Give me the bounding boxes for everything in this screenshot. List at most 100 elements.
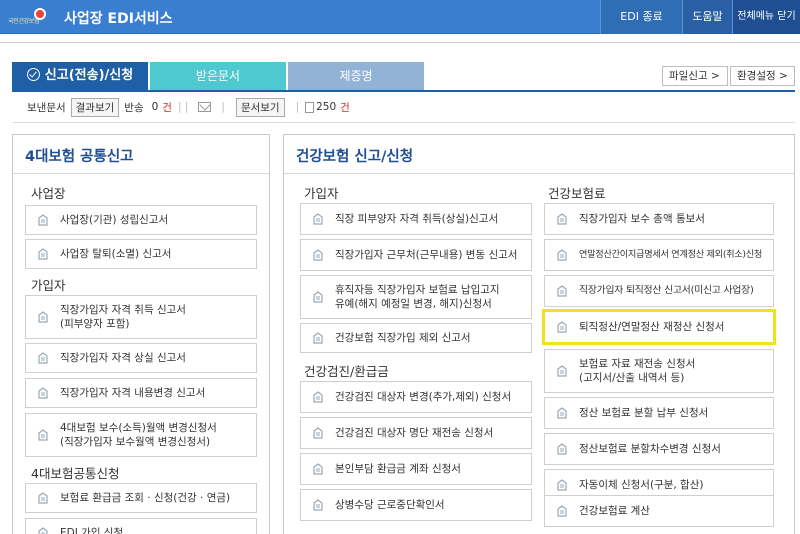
panel-title: 4대보험 공통신고: [25, 149, 134, 165]
doc-view-button[interactable]: 문서보기: [235, 97, 285, 117]
list-item[interactable]: 직장가입자 자격 취득 신고서 (피부양자 포함): [25, 295, 257, 339]
list-item[interactable]: 상병수당 근로중단확인서: [300, 489, 532, 521]
document-icon: [301, 418, 335, 448]
status-row: 보낸문서 결과보기 반송 0 건 | | | 문서보기 | 250 건: [27, 96, 350, 118]
section-checkup-refund: 건강검진/환급금: [304, 364, 389, 379]
section-common-apply: 4대보험공통신청: [31, 466, 120, 481]
tab-report-label: 신고(전송)/신청: [44, 68, 134, 83]
list-item[interactable]: 사업장 탈퇴(소멸) 신고서: [25, 239, 257, 269]
separator: | |: [177, 101, 189, 113]
list-item[interactable]: 4대보험 보수(소득)월액 변경신청서 (직장가입자 보수월액 변경신청서): [25, 413, 257, 457]
tab-certificate[interactable]: 제증명: [288, 62, 424, 90]
list-item[interactable]: 본인부담 환급금 계좌 신청서: [300, 453, 532, 485]
return-unit: 건: [162, 101, 172, 114]
mail-icon: [198, 102, 212, 112]
list-item-label: 정산보험료 분할차수변경 신청서: [579, 442, 721, 455]
list-item-highlighted[interactable]: 퇴직정산/연말정산 재정산 신청서: [542, 309, 776, 345]
document-icon: [301, 276, 335, 318]
list-item-label: 건강보험료 계산: [579, 504, 650, 517]
list-item[interactable]: 직장가입자 자격 내용변경 신고서: [25, 378, 257, 408]
list-item-label: 상병수당 근로중단확인서: [335, 498, 445, 511]
document-icon: [545, 434, 579, 464]
document-icon: [26, 414, 60, 456]
nhis-logo[interactable]: 국민건강보험: [8, 8, 46, 26]
top-divider: [0, 42, 800, 43]
section-subscriber: 가입자: [31, 278, 66, 293]
list-item[interactable]: 휴직자등 직장가입자 보험료 납입고지 유예(해지 예정일 변경, 해지)신청서: [300, 275, 532, 319]
mid-divider: [12, 122, 795, 123]
document-icon: [545, 204, 579, 234]
list-item-label: EDI 가입 신청: [60, 526, 124, 534]
document-icon: [301, 454, 335, 484]
list-item[interactable]: 직장가입자 근무처(근무내용) 변동 신고서: [300, 239, 532, 271]
list-item-label: 정산 보험료 분할 납부 신청서: [579, 406, 709, 419]
list-item[interactable]: 사업장(기관) 성립신고서: [25, 205, 257, 235]
document-icon: [301, 240, 335, 270]
tab-received[interactable]: 받은문서: [150, 62, 286, 90]
document-icon: [545, 398, 579, 428]
file-report-button[interactable]: 파일신고 >: [662, 66, 728, 86]
document-icon: [26, 379, 60, 407]
list-item-label: 직장 피부양자 자격 취득(상실)신고서: [335, 212, 499, 225]
list-item[interactable]: 연말정산간이지급명세서 연계정산 제외(취소)신청: [544, 239, 774, 271]
document-icon: [305, 101, 315, 113]
list-item[interactable]: 보험료 자료 재전송 신청서 (고지서/산출 내역서 등): [544, 349, 774, 393]
list-item-label: 건강보험 직장가입 제외 신고서: [335, 331, 471, 344]
edi-exit-button[interactable]: EDI 종료: [600, 0, 682, 34]
tab-report[interactable]: 신고(전송)/신청: [12, 62, 148, 90]
document-icon: [26, 296, 60, 338]
return-label: 반송: [124, 101, 144, 114]
list-item-label: 건강검진 대상자 변경(추가,제외) 신청서: [335, 390, 512, 403]
list-item[interactable]: EDI 가입 신청: [25, 518, 257, 534]
separator: |: [295, 101, 300, 113]
list-item-label: 4대보험 보수(소득)월액 변경신청서 (직장가입자 보수월액 변경신청서): [60, 421, 217, 448]
list-item[interactable]: 건강검진 대상자 변경(추가,제외) 신청서: [300, 381, 532, 413]
list-item-label: 직장가입자 퇴직정산 신고서(미신고 사업장): [579, 285, 754, 297]
document-icon: [301, 324, 335, 352]
list-item-label: 직장가입자 보수 총액 통보서: [579, 212, 705, 225]
health-insurance-panel: 건강보험 신고/신청 가입자 직장 피부양자 자격 취득(상실)신고서 직장가입…: [283, 134, 795, 534]
common-report-panel: 4대보험 공통신고 사업장 사업장(기관) 성립신고서 사업장 탈퇴(소멸) 신…: [12, 134, 270, 534]
help-button[interactable]: 도움말: [682, 0, 732, 34]
document-icon: [301, 382, 335, 412]
panel-divider: [13, 173, 269, 174]
list-item[interactable]: 직장가입자 퇴직정산 신고서(미신고 사업장): [544, 275, 774, 307]
list-item-label: 사업장(기관) 성립신고서: [60, 213, 169, 226]
list-item-label: 자동이체 신청서(구분, 합산): [579, 478, 704, 491]
list-item[interactable]: 보험료 환급금 조회 · 신청(건강 · 연금): [25, 483, 257, 513]
list-item[interactable]: 직장 피부양자 자격 취득(상실)신고서: [300, 203, 532, 235]
document-icon: [301, 204, 335, 234]
doc-unit: 건: [340, 101, 350, 114]
tab-underline: [12, 90, 795, 92]
list-item-label: 직장가입자 자격 취득 신고서 (피부양자 포함): [60, 303, 186, 330]
list-item-label: 보험료 자료 재전송 신청서 (고지서/산출 내역서 등): [579, 357, 696, 384]
return-count: 0: [151, 101, 159, 113]
list-item[interactable]: 건강보험료 계산: [544, 495, 774, 527]
document-icon: [26, 240, 60, 268]
top-menu: EDI 종료 도움말 전체메뉴 닫기: [600, 0, 800, 34]
section-premium: 건강보험료: [548, 186, 606, 201]
list-item[interactable]: 직장가입자 보수 총액 통보서: [544, 203, 774, 235]
section-workplace: 사업장: [31, 186, 66, 201]
list-item[interactable]: 정산보험료 분할차수변경 신청서: [544, 433, 774, 465]
list-item[interactable]: 건강검진 대상자 명단 재전송 신청서: [300, 417, 532, 449]
document-icon: [545, 350, 579, 392]
result-view-button[interactable]: 결과보기: [70, 97, 120, 117]
list-item-label: 건강검진 대상자 명단 재전송 신청서: [335, 426, 494, 439]
document-icon: [301, 490, 335, 520]
list-item[interactable]: 정산 보험료 분할 납부 신청서: [544, 397, 774, 429]
list-item[interactable]: 건강보험 직장가입 제외 신고서: [300, 323, 532, 353]
panel-title: 건강보험 신고/신청: [296, 149, 414, 165]
list-item-label: 퇴직정산/연말정산 재정산 신청서: [579, 320, 725, 333]
list-item-label: 연말정산간이지급명세서 연계정산 제외(취소)신청: [579, 248, 763, 260]
env-settings-button[interactable]: 환경설정 >: [730, 66, 795, 86]
close-all-menu-button[interactable]: 전체메뉴 닫기: [732, 0, 800, 34]
document-icon: [26, 519, 60, 534]
list-item-label: 직장가입자 자격 내용변경 신고서: [60, 386, 206, 399]
list-item[interactable]: 직장가입자 자격 상실 신고서: [25, 343, 257, 373]
list-item-label: 휴직자등 직장가입자 보험료 납입고지 유예(해지 예정일 변경, 해지)신청서: [335, 283, 500, 310]
document-icon: [545, 496, 579, 526]
list-item-label: 직장가입자 자격 상실 신고서: [60, 351, 186, 364]
document-icon: [545, 240, 579, 270]
document-icon: [26, 206, 60, 234]
